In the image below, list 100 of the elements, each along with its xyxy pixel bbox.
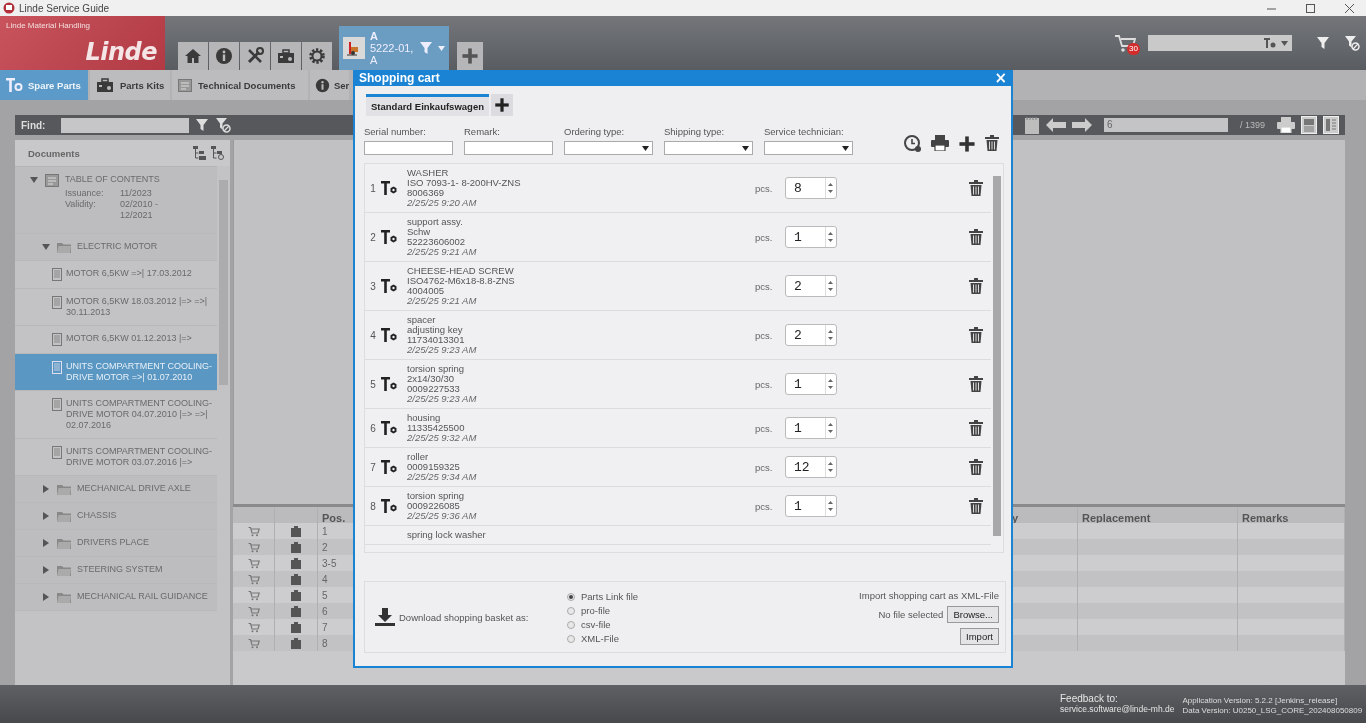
vehicle-tab[interactable]: A 5222-01, A (339, 26, 449, 70)
trash-icon[interactable] (969, 376, 983, 392)
cart-icon[interactable] (247, 589, 260, 601)
down-arrow-icon[interactable] (828, 337, 833, 340)
cart-tab[interactable]: Standard Einkaufswagen (366, 94, 489, 116)
tree-item[interactable]: UNITS COMPARTMENT COOLING-DRIVE MOTOR =>| 01.07.2010 (15, 354, 217, 391)
tree-item[interactable]: DRIVERS PLACE (15, 530, 217, 557)
up-arrow-icon[interactable] (828, 379, 833, 382)
tab[interactable]: Technical Documents (172, 70, 308, 100)
toolbox-button[interactable] (271, 42, 301, 70)
cart-icon[interactable] (247, 621, 260, 633)
forward-arrow-icon[interactable] (1071, 118, 1092, 132)
filter-icon[interactable] (419, 41, 433, 55)
up-arrow-icon[interactable] (828, 281, 833, 284)
quantity-spinner[interactable]: 1 (785, 226, 837, 248)
quantity-spinner[interactable]: 1 (785, 495, 837, 517)
radio-button[interactable] (567, 635, 575, 643)
up-arrow-icon[interactable] (828, 330, 833, 333)
cart-icon[interactable] (247, 557, 260, 569)
down-arrow-icon[interactable] (828, 430, 833, 433)
radio-button[interactable] (567, 621, 575, 629)
split-view-icon[interactable] (1323, 116, 1339, 134)
print-icon[interactable] (1277, 117, 1295, 133)
home-button[interactable] (178, 42, 208, 70)
tree-item[interactable]: CHASSIS (15, 503, 217, 530)
trash-icon[interactable] (969, 420, 983, 436)
up-arrow-icon[interactable] (828, 232, 833, 235)
trash-icon[interactable] (969, 278, 983, 294)
trash-icon[interactable] (969, 327, 983, 343)
notepad-icon[interactable] (1023, 116, 1040, 134)
cart-icon[interactable] (247, 525, 260, 537)
radio-button[interactable] (567, 607, 575, 615)
quantity-spinner[interactable]: 1 (785, 373, 837, 395)
home-icon[interactable] (184, 47, 202, 65)
input-field[interactable] (464, 141, 553, 155)
down-arrow-icon[interactable] (828, 386, 833, 389)
quantity-spinner[interactable]: 2 (785, 324, 837, 346)
collapse-tree-icon[interactable] (210, 145, 226, 161)
down-arrow-icon[interactable] (828, 508, 833, 511)
down-arrow-icon[interactable] (828, 288, 833, 291)
trash-icon[interactable] (969, 459, 983, 475)
info-button[interactable] (209, 42, 239, 70)
trash-icon[interactable] (985, 135, 999, 151)
info-icon[interactable] (215, 47, 233, 65)
input-field[interactable] (364, 141, 453, 155)
settings-button[interactable] (302, 42, 332, 70)
caret-icon[interactable] (742, 145, 749, 151)
download-icon[interactable] (375, 608, 395, 626)
single-view-icon[interactable] (1301, 116, 1317, 134)
down-arrow-icon[interactable] (828, 239, 833, 242)
tools-button[interactable] (240, 42, 270, 70)
browse-button[interactable]: Browse... (947, 605, 999, 623)
tree-item[interactable]: STEERING SYSTEM (15, 557, 217, 584)
expand-tree-icon[interactable] (192, 145, 208, 161)
clear-filter-icon[interactable] (1344, 35, 1360, 51)
close-button[interactable]: × (994, 71, 1007, 85)
tree-item[interactable]: TABLE OF CONTENTS Issuance: 11/2023 Validity: 02/2010 - 12/2021 (15, 167, 217, 234)
trash-icon[interactable] (969, 229, 983, 245)
trash-icon[interactable] (969, 180, 983, 196)
tree-item[interactable]: MECHANICAL DRIVE AXLE (15, 476, 217, 503)
tab[interactable]: Parts Kits (90, 70, 170, 100)
tab[interactable]: Ser (310, 70, 350, 100)
up-arrow-icon[interactable] (828, 423, 833, 426)
trash-icon[interactable] (969, 498, 983, 514)
maximize-icon[interactable] (1306, 3, 1315, 13)
radio-button[interactable] (567, 593, 575, 601)
history-icon[interactable] (904, 135, 922, 153)
scrollbar[interactable] (993, 176, 1001, 536)
toolbox-icon[interactable] (277, 47, 295, 65)
down-arrow-icon[interactable] (828, 469, 833, 472)
find-field[interactable] (61, 117, 189, 133)
quantity-spinner[interactable]: 2 (785, 275, 837, 297)
clear-filter-icon[interactable] (215, 117, 231, 133)
quantity-spinner[interactable]: 8 (785, 177, 837, 199)
toolbox-icon[interactable] (96, 76, 114, 94)
close-icon[interactable] (1345, 3, 1354, 13)
tools-icon[interactable] (246, 47, 264, 65)
quantity-spinner[interactable]: 12 (785, 456, 837, 478)
tab[interactable]: Spare Parts (0, 70, 88, 100)
import-button[interactable]: Import (960, 627, 999, 645)
email-link[interactable]: service.software@linde-mh.de (1060, 704, 1175, 715)
back-arrow-icon[interactable] (1045, 118, 1066, 132)
caret-icon[interactable] (842, 145, 849, 151)
quantity-spinner[interactable]: 1 (785, 417, 837, 439)
info-icon[interactable] (315, 77, 330, 93)
tree-item[interactable]: ELECTRIC MOTOR (15, 234, 217, 261)
up-arrow-icon[interactable] (828, 183, 833, 186)
up-arrow-icon[interactable] (828, 501, 833, 504)
print-icon[interactable] (931, 135, 949, 151)
up-arrow-icon[interactable] (828, 462, 833, 465)
down-arrow-icon[interactable] (828, 190, 833, 193)
caret-icon[interactable] (642, 145, 649, 151)
plus-icon[interactable] (958, 135, 976, 153)
add-vehicle-button[interactable] (457, 42, 483, 70)
page-field[interactable]: 6 (1103, 118, 1228, 132)
filter-icon[interactable] (1316, 36, 1330, 50)
gear-icon[interactable] (308, 47, 326, 65)
filter-icon[interactable] (195, 118, 209, 132)
tree-item[interactable]: MECHANICAL RAIL GUIDANCE (15, 584, 217, 611)
search-field[interactable] (1148, 35, 1292, 51)
